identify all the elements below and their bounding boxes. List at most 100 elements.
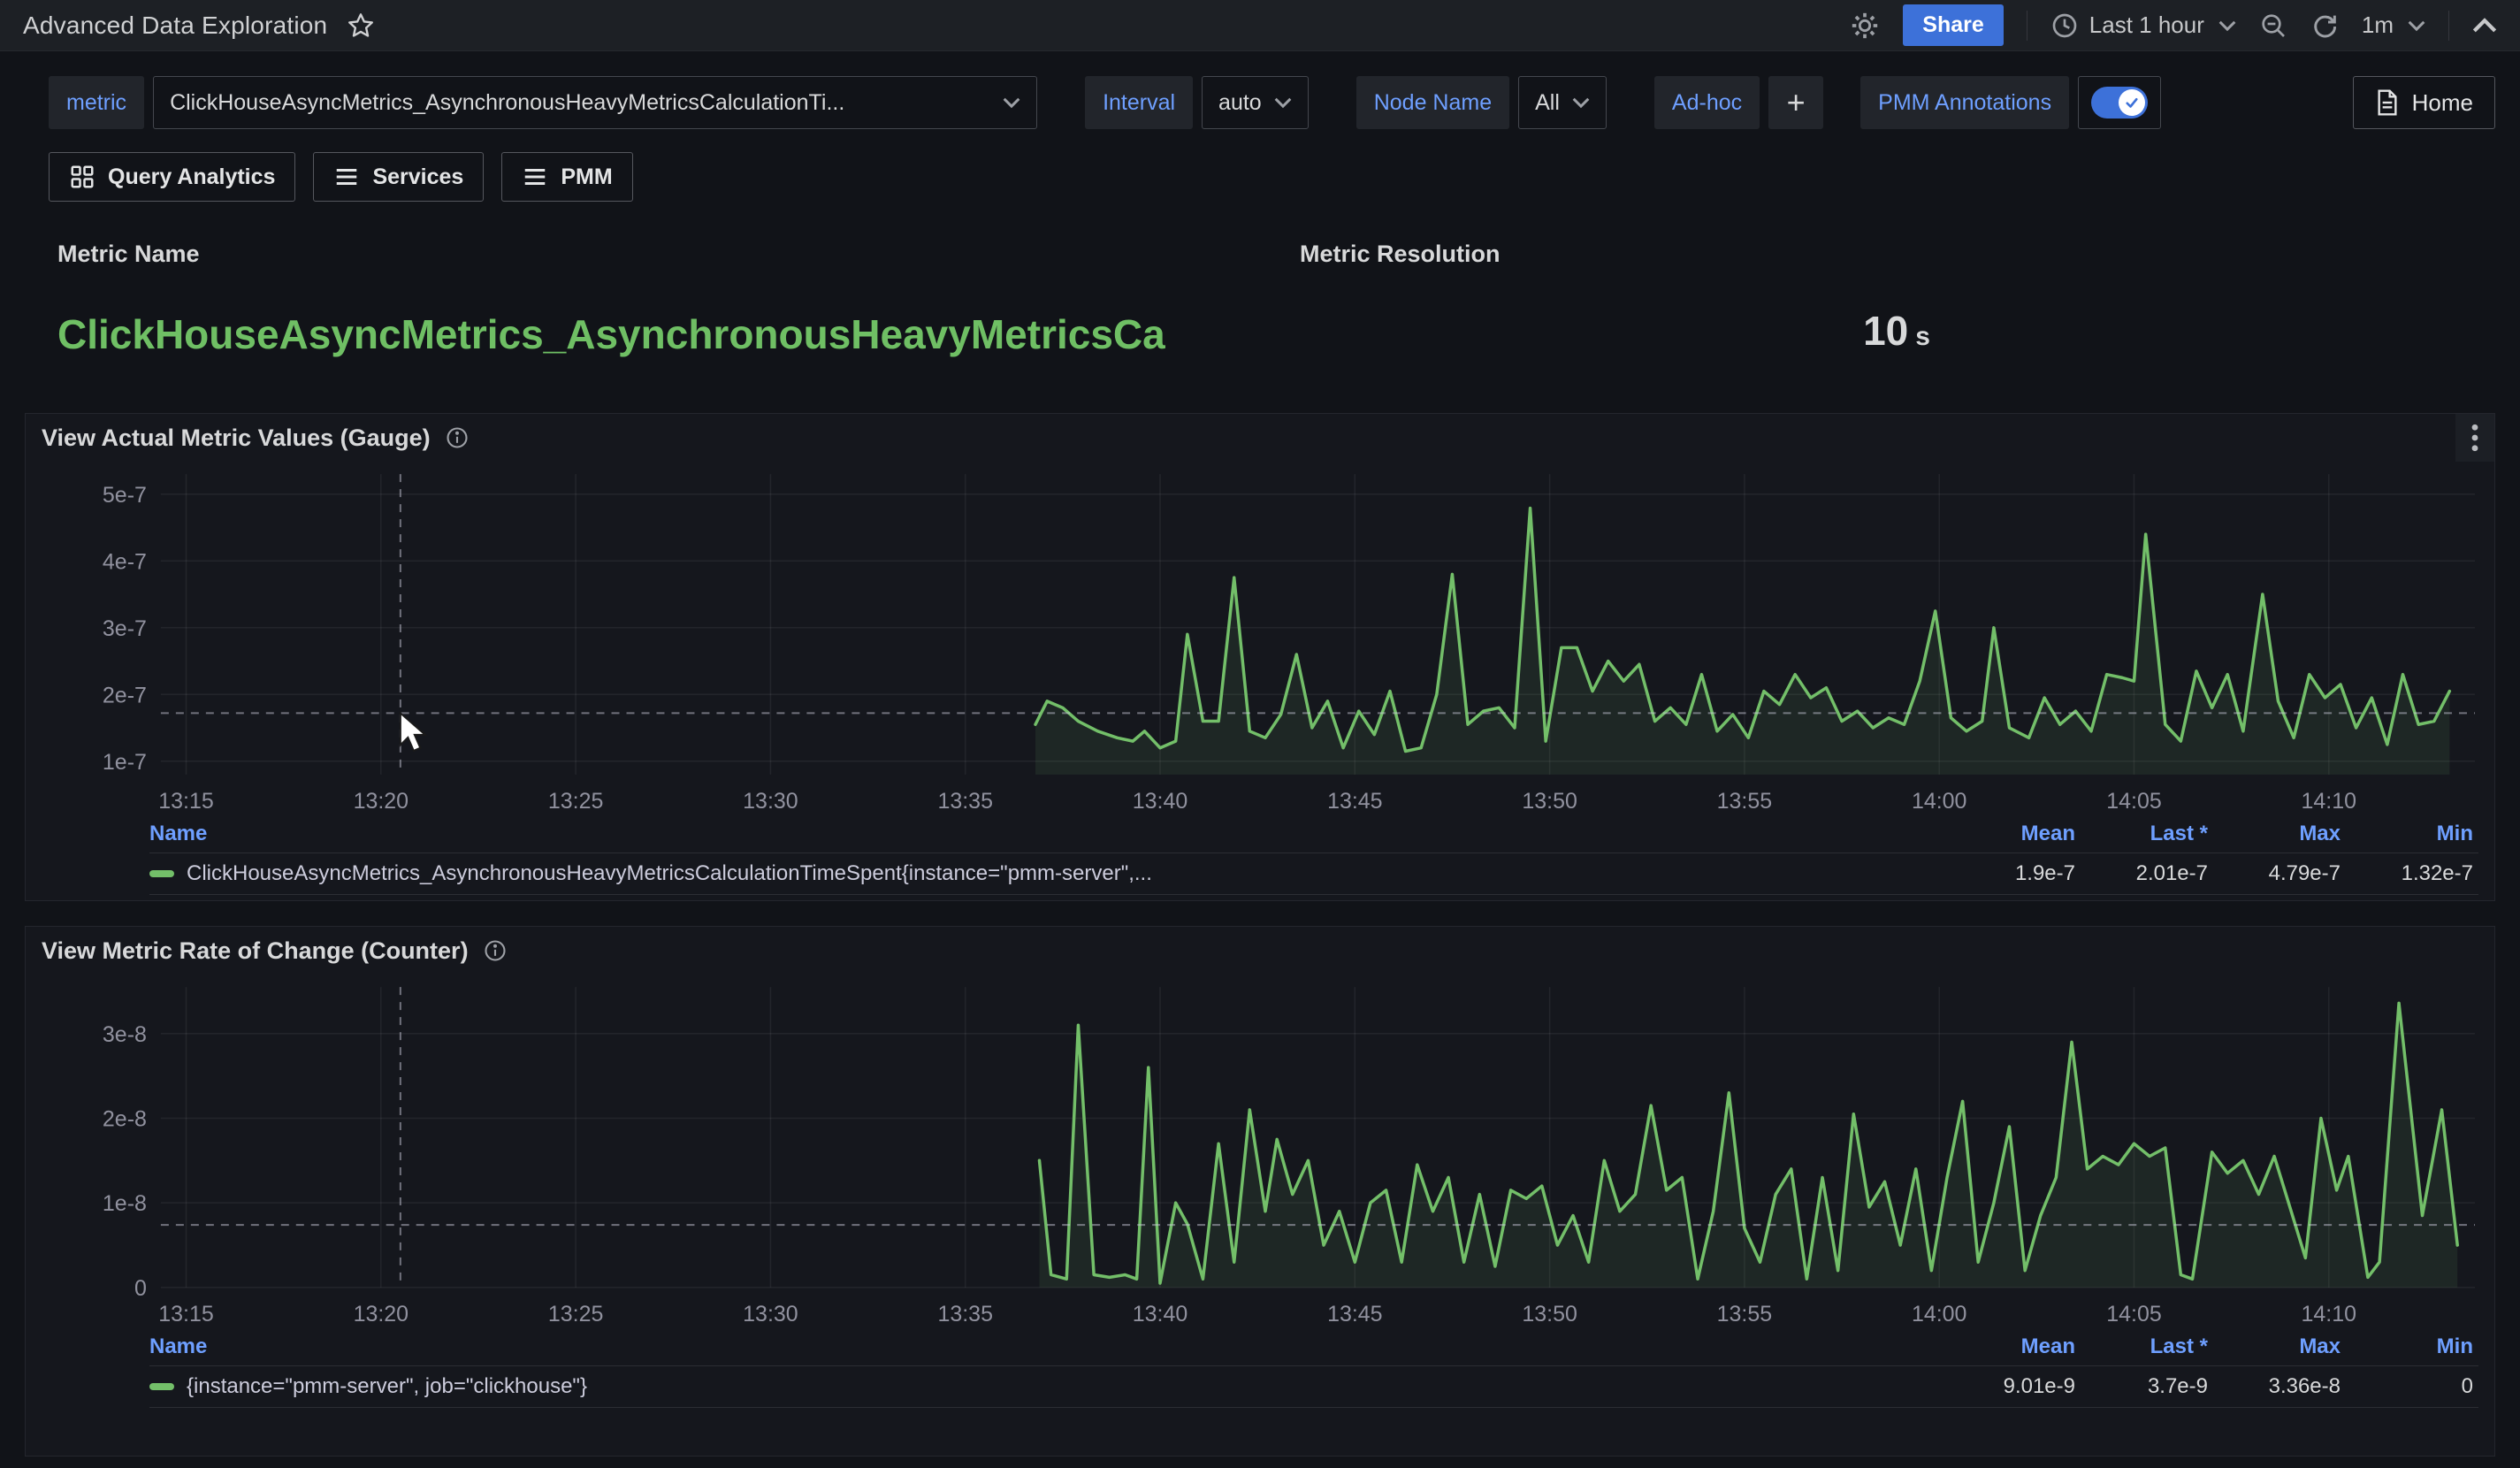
- node-name-filter-label: Node Name: [1356, 76, 1509, 129]
- counter-legend: Name Mean Last * Max Min {instance="pmm-…: [26, 1328, 2494, 1413]
- svg-text:14:05: 14:05: [2106, 789, 2161, 814]
- svg-text:13:20: 13:20: [354, 1302, 409, 1327]
- counter-legend-row: {instance="pmm-server", job="clickhouse"…: [149, 1365, 2478, 1408]
- series-color-swatch: [149, 870, 174, 877]
- counter-chart-svg[interactable]: 01e-82e-83e-813:1513:2013:2513:3013:3513…: [33, 975, 2487, 1328]
- pmm-button[interactable]: PMM: [501, 152, 632, 202]
- shortcut-buttons-row: Query Analytics Services PMM: [49, 152, 2495, 202]
- svg-text:13:20: 13:20: [354, 789, 409, 814]
- svg-text:2e-7: 2e-7: [103, 683, 147, 707]
- query-analytics-button[interactable]: Query Analytics: [49, 152, 295, 202]
- chevron-down-icon: [2408, 19, 2425, 32]
- legend-col-mean[interactable]: Mean: [1948, 1334, 2081, 1359]
- gauge-chart-svg[interactable]: 1e-72e-73e-74e-75e-713:1513:2013:2513:30…: [33, 462, 2487, 815]
- legend-col-min[interactable]: Min: [2346, 1334, 2478, 1359]
- chevron-down-icon: [1274, 96, 1292, 109]
- favorite-star-icon[interactable]: [347, 11, 375, 40]
- series-name[interactable]: ClickHouseAsyncMetrics_AsynchronousHeavy…: [187, 861, 1152, 886]
- apps-grid-icon: [69, 164, 95, 190]
- settings-gear-icon[interactable]: [1850, 11, 1880, 41]
- collapse-chevron-up-icon[interactable]: [2472, 17, 2497, 34]
- svg-text:13:25: 13:25: [548, 1302, 603, 1327]
- legend-col-last[interactable]: Last *: [2081, 822, 2213, 846]
- legend-col-name[interactable]: Name: [149, 1334, 1948, 1359]
- time-range-picker[interactable]: Last 1 hour: [2050, 11, 2236, 40]
- svg-text:13:35: 13:35: [937, 789, 992, 814]
- metric-filter-label: metric: [49, 76, 144, 129]
- refresh-interval-picker[interactable]: 1m: [2362, 11, 2425, 39]
- svg-text:2e-8: 2e-8: [103, 1106, 147, 1131]
- legend-col-mean[interactable]: Mean: [1948, 822, 2081, 846]
- node-name-select-value: All: [1535, 90, 1560, 116]
- series-min: 0: [2346, 1374, 2478, 1399]
- gauge-panel: View Actual Metric Values (Gauge) 1e-7 2e…: [25, 413, 2495, 901]
- metric-name-value: ClickHouseAsyncMetrics_AsynchronousHeavy…: [57, 310, 1295, 358]
- services-button[interactable]: Services: [313, 152, 484, 202]
- svg-text:3e-7: 3e-7: [103, 616, 147, 641]
- node-name-select[interactable]: All: [1518, 76, 1607, 129]
- series-min: 1.32e-7: [2346, 861, 2478, 886]
- metric-select-value: ClickHouseAsyncMetrics_AsynchronousHeavy…: [170, 90, 844, 116]
- top-nav-bar: Advanced Data Exploration Share Last: [0, 0, 2520, 51]
- refresh-interval-label: 1m: [2362, 11, 2394, 39]
- zoom-out-icon[interactable]: [2259, 11, 2287, 40]
- svg-text:13:25: 13:25: [548, 789, 603, 814]
- svg-text:4e-7: 4e-7: [103, 549, 147, 574]
- series-max: 3.36e-8: [2213, 1374, 2346, 1399]
- svg-text:13:40: 13:40: [1133, 789, 1187, 814]
- query-analytics-label: Query Analytics: [108, 164, 275, 190]
- svg-text:14:00: 14:00: [1912, 1302, 1966, 1327]
- svg-text:14:10: 14:10: [2302, 1302, 2356, 1327]
- info-icon[interactable]: [445, 425, 470, 450]
- add-adhoc-filter-button[interactable]: +: [1768, 76, 1823, 129]
- legend-col-last[interactable]: Last *: [2081, 1334, 2213, 1359]
- toggle-pill: [2091, 87, 2148, 119]
- counter-panel-header[interactable]: View Metric Rate of Change (Counter): [26, 927, 2494, 975]
- resolution-unit: s: [1915, 322, 1930, 351]
- resolution-number: 10: [1863, 308, 1908, 354]
- svg-text:3e-8: 3e-8: [103, 1022, 147, 1047]
- series-max: 4.79e-7: [2213, 861, 2346, 886]
- chevron-down-icon: [1003, 96, 1020, 109]
- metric-name-label: Metric Name: [57, 241, 1300, 268]
- svg-text:13:40: 13:40: [1133, 1302, 1187, 1327]
- home-button-label: Home: [2412, 89, 2473, 117]
- interval-select[interactable]: auto: [1202, 76, 1309, 129]
- chevron-down-icon: [2218, 19, 2236, 32]
- legend-col-name[interactable]: Name: [149, 822, 1948, 846]
- series-last: 2.01e-7: [2081, 861, 2213, 886]
- dashboard-title: Advanced Data Exploration: [23, 11, 327, 40]
- counter-chart-area[interactable]: 01e-82e-83e-813:1513:2013:2513:3013:3513…: [33, 975, 2487, 1328]
- panel-menu-kebab-icon[interactable]: [2455, 414, 2494, 462]
- chevron-down-icon: [1572, 96, 1590, 109]
- legend-col-max[interactable]: Max: [2213, 822, 2346, 846]
- metric-select[interactable]: ClickHouseAsyncMetrics_AsynchronousHeavy…: [153, 76, 1037, 129]
- refresh-icon[interactable]: [2310, 11, 2339, 40]
- info-icon[interactable]: [483, 938, 508, 963]
- metric-resolution-value: 10s: [1300, 307, 2493, 355]
- services-label: Services: [372, 164, 463, 190]
- counter-panel-title: View Metric Rate of Change (Counter): [42, 937, 469, 965]
- svg-text:14:10: 14:10: [2302, 789, 2356, 814]
- check-icon: [2124, 95, 2140, 111]
- svg-text:13:55: 13:55: [1717, 1302, 1772, 1327]
- interval-filter-label: Interval: [1085, 76, 1193, 129]
- svg-text:13:45: 13:45: [1327, 789, 1382, 814]
- svg-text:1e-7: 1e-7: [103, 750, 147, 775]
- gauge-panel-header[interactable]: View Actual Metric Values (Gauge): [26, 414, 2494, 462]
- svg-text:1e-8: 1e-8: [103, 1191, 147, 1216]
- svg-text:13:50: 13:50: [1522, 1302, 1577, 1327]
- home-button[interactable]: Home: [2353, 76, 2495, 129]
- gauge-legend-row: ClickHouseAsyncMetrics_AsynchronousHeavy…: [149, 853, 2478, 895]
- toolbar-divider: [2448, 11, 2449, 41]
- svg-text:5e-7: 5e-7: [103, 483, 147, 508]
- legend-col-min[interactable]: Min: [2346, 822, 2478, 846]
- series-last: 3.7e-9: [2081, 1374, 2213, 1399]
- svg-text:13:45: 13:45: [1327, 1302, 1382, 1327]
- series-name[interactable]: {instance="pmm-server", job="clickhouse"…: [187, 1374, 587, 1399]
- share-button[interactable]: Share: [1903, 4, 2003, 46]
- gauge-chart-area[interactable]: 1e-72e-73e-74e-75e-713:1513:2013:2513:30…: [33, 462, 2487, 815]
- pmm-label: PMM: [561, 164, 612, 190]
- legend-col-max[interactable]: Max: [2213, 1334, 2346, 1359]
- pmm-annotations-toggle[interactable]: [2078, 76, 2161, 129]
